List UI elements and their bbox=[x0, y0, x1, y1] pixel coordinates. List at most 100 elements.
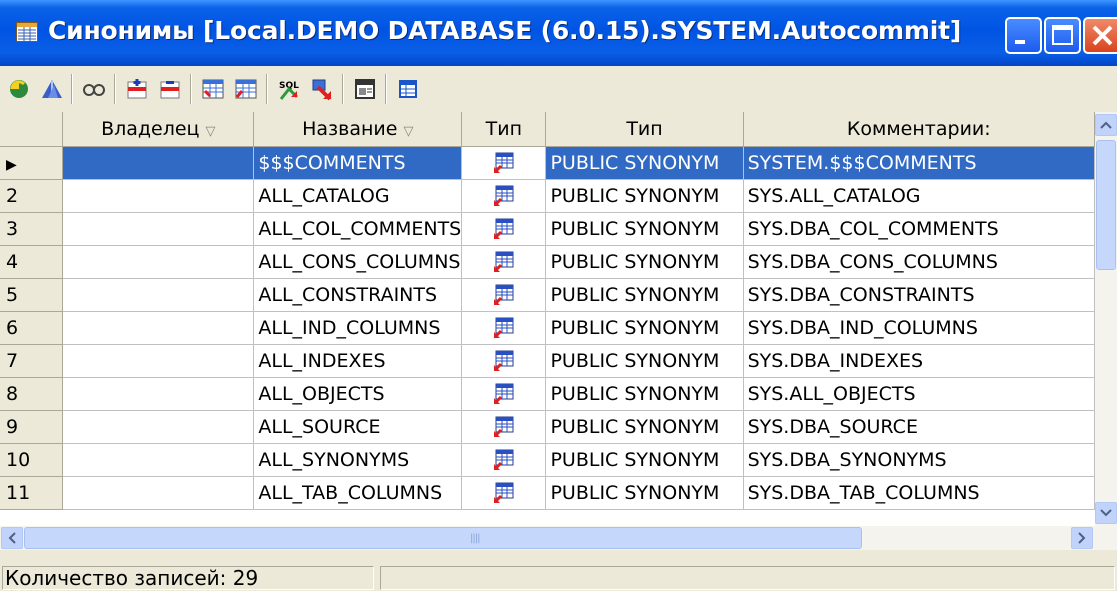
type-cell[interactable]: PUBLIC SYNONYM bbox=[545, 278, 744, 312]
owner-cell[interactable] bbox=[62, 245, 255, 279]
grid-export-button[interactable] bbox=[197, 73, 229, 105]
vertical-scrollbar[interactable] bbox=[1095, 112, 1117, 526]
comment-cell[interactable]: SYS.DBA_CONS_COLUMNS bbox=[743, 245, 1095, 279]
column-header-name[interactable]: Название ▽ bbox=[253, 112, 463, 147]
horizontal-scrollbar[interactable]: |||| bbox=[0, 526, 1117, 550]
row-indicator-cell[interactable]: 6 bbox=[0, 311, 64, 345]
row-indicator-cell[interactable]: 5 bbox=[0, 278, 64, 312]
owner-cell[interactable] bbox=[62, 344, 255, 378]
type-icon-cell[interactable] bbox=[461, 377, 547, 411]
comment-cell[interactable]: SYS.DBA_CONSTRAINTS bbox=[743, 278, 1095, 312]
row-indicator-cell[interactable]: 4 bbox=[0, 245, 64, 279]
type-icon-cell[interactable] bbox=[461, 344, 547, 378]
comment-cell[interactable]: SYS.DBA_IND_COLUMNS bbox=[743, 311, 1095, 345]
name-cell[interactable]: ALL_SOURCE bbox=[253, 410, 463, 444]
properties-button[interactable] bbox=[349, 73, 381, 105]
owner-cell[interactable] bbox=[62, 377, 255, 411]
name-cell[interactable]: ALL_TAB_COLUMNS bbox=[253, 476, 463, 510]
find-button[interactable] bbox=[78, 73, 110, 105]
table-row[interactable]: 4 ALL_CONS_COLUMNS PUBLIC SYNONYM SYS.DBA_C… bbox=[0, 245, 1095, 279]
table-row[interactable]: 6 ALL_IND_COLUMNS PUBLIC SYNONYM SYS.DBA_IN… bbox=[0, 311, 1095, 345]
type-cell[interactable]: PUBLIC SYNONYM bbox=[545, 344, 744, 378]
type-icon-cell[interactable] bbox=[461, 443, 547, 477]
table-row[interactable]: 8 ALL_OBJECTS PUBLIC SYNONYM SYS.ALL_OBJECT… bbox=[0, 377, 1095, 411]
column-header-type-icon[interactable]: Тип bbox=[461, 112, 547, 147]
type-cell[interactable]: PUBLIC SYNONYM bbox=[545, 410, 744, 444]
add-row-button[interactable] bbox=[121, 73, 153, 105]
comment-cell[interactable]: SYS.DBA_INDEXES bbox=[743, 344, 1095, 378]
type-cell[interactable]: PUBLIC SYNONYM bbox=[545, 476, 744, 510]
column-header-comment[interactable]: Комментарии: bbox=[743, 112, 1095, 147]
scroll-down-button[interactable] bbox=[1095, 502, 1117, 524]
scroll-right-button[interactable] bbox=[1071, 527, 1093, 549]
minimize-button[interactable] bbox=[1005, 17, 1042, 54]
row-indicator-cell[interactable]: ▶ bbox=[0, 146, 64, 180]
type-cell[interactable]: PUBLIC SYNONYM bbox=[545, 212, 744, 246]
owner-cell[interactable] bbox=[62, 476, 255, 510]
table-row[interactable]: 10 ALL_SYNONYMS PUBLIC SYNONYM SYS.DBA_SYNO… bbox=[0, 443, 1095, 477]
comment-cell[interactable]: SYS.DBA_TAB_COLUMNS bbox=[743, 476, 1095, 510]
name-cell[interactable]: ALL_OBJECTS bbox=[253, 377, 463, 411]
table-row[interactable]: 11 ALL_TAB_COLUMNS PUBLIC SYNONYM SYS.DBA_T… bbox=[0, 476, 1095, 510]
name-cell[interactable]: ALL_CONS_COLUMNS bbox=[253, 245, 463, 279]
filter-button[interactable] bbox=[36, 73, 68, 105]
drop-button[interactable] bbox=[306, 73, 338, 105]
comment-cell[interactable]: SYS.ALL_CATALOG bbox=[743, 179, 1095, 213]
table-row[interactable]: 9 ALL_SOURCE PUBLIC SYNONYM SYS.DBA_SOURCE bbox=[0, 410, 1095, 444]
type-icon-cell[interactable] bbox=[461, 476, 547, 510]
sql-button[interactable]: SQL bbox=[273, 73, 305, 105]
row-indicator-cell[interactable]: 8 bbox=[0, 377, 64, 411]
row-indicator-cell[interactable]: 11 bbox=[0, 476, 64, 510]
row-indicator-cell[interactable]: 7 bbox=[0, 344, 64, 378]
type-icon-cell[interactable] bbox=[461, 179, 547, 213]
comment-cell[interactable]: SYS.DBA_COL_COMMENTS bbox=[743, 212, 1095, 246]
name-cell[interactable]: ALL_CATALOG bbox=[253, 179, 463, 213]
type-cell[interactable]: PUBLIC SYNONYM bbox=[545, 146, 744, 180]
maximize-button[interactable] bbox=[1044, 17, 1081, 54]
table-row[interactable]: ▶ $$$COMMENTS PUBLIC SYNONYM SYSTEM.$$$COMM… bbox=[0, 146, 1095, 180]
type-icon-cell[interactable] bbox=[461, 146, 547, 180]
grid-import-button[interactable] bbox=[230, 73, 262, 105]
name-cell[interactable]: ALL_INDEXES bbox=[253, 344, 463, 378]
horizontal-scroll-thumb[interactable]: |||| bbox=[24, 527, 862, 549]
type-icon-cell[interactable] bbox=[461, 278, 547, 312]
name-cell[interactable]: ALL_CONSTRAINTS bbox=[253, 278, 463, 312]
comment-cell[interactable]: SYS.ALL_OBJECTS bbox=[743, 377, 1095, 411]
close-button[interactable] bbox=[1083, 17, 1117, 54]
column-header-type[interactable]: Тип bbox=[545, 112, 744, 147]
owner-cell[interactable] bbox=[62, 311, 255, 345]
type-icon-cell[interactable] bbox=[461, 245, 547, 279]
columns-button[interactable] bbox=[392, 73, 424, 105]
owner-cell[interactable] bbox=[62, 443, 255, 477]
row-indicator-cell[interactable]: 3 bbox=[0, 212, 64, 246]
table-row[interactable]: 2 ALL_CATALOG PUBLIC SYNONYM SYS.ALL_CATALO… bbox=[0, 179, 1095, 213]
delete-row-button[interactable] bbox=[154, 73, 186, 105]
scroll-left-button[interactable] bbox=[1, 527, 23, 549]
type-cell[interactable]: PUBLIC SYNONYM bbox=[545, 443, 744, 477]
type-cell[interactable]: PUBLIC SYNONYM bbox=[545, 311, 744, 345]
refresh-button[interactable] bbox=[3, 73, 35, 105]
owner-cell[interactable] bbox=[62, 278, 255, 312]
column-header-owner[interactable]: Владелец ▽ bbox=[62, 112, 255, 147]
name-cell[interactable]: $$$COMMENTS bbox=[253, 146, 463, 180]
table-row[interactable]: 7 ALL_INDEXES PUBLIC SYNONYM SYS.DBA_INDEXE… bbox=[0, 344, 1095, 378]
type-icon-cell[interactable] bbox=[461, 212, 547, 246]
row-indicator-cell[interactable]: 10 bbox=[0, 443, 64, 477]
comment-cell[interactable]: SYS.DBA_SYNONYMS bbox=[743, 443, 1095, 477]
comment-cell[interactable]: SYS.DBA_SOURCE bbox=[743, 410, 1095, 444]
name-cell[interactable]: ALL_COL_COMMENTS bbox=[253, 212, 463, 246]
row-indicator-cell[interactable]: 2 bbox=[0, 179, 64, 213]
table-row[interactable]: 3 ALL_COL_COMMENTS PUBLIC SYNONYM SYS.DBA_C… bbox=[0, 212, 1095, 246]
owner-cell[interactable] bbox=[62, 146, 255, 180]
owner-cell[interactable] bbox=[62, 179, 255, 213]
name-cell[interactable]: ALL_IND_COLUMNS bbox=[253, 311, 463, 345]
type-cell[interactable]: PUBLIC SYNONYM bbox=[545, 179, 744, 213]
window-titlebar[interactable]: Синонимы [Local.DEMO DATABASE (6.0.15).S… bbox=[0, 0, 1117, 66]
type-icon-cell[interactable] bbox=[461, 410, 547, 444]
owner-cell[interactable] bbox=[62, 410, 255, 444]
type-cell[interactable]: PUBLIC SYNONYM bbox=[545, 245, 744, 279]
comment-cell[interactable]: SYSTEM.$$$COMMENTS bbox=[743, 146, 1095, 180]
type-cell[interactable]: PUBLIC SYNONYM bbox=[545, 377, 744, 411]
owner-cell[interactable] bbox=[62, 212, 255, 246]
scroll-up-button[interactable] bbox=[1095, 114, 1117, 136]
